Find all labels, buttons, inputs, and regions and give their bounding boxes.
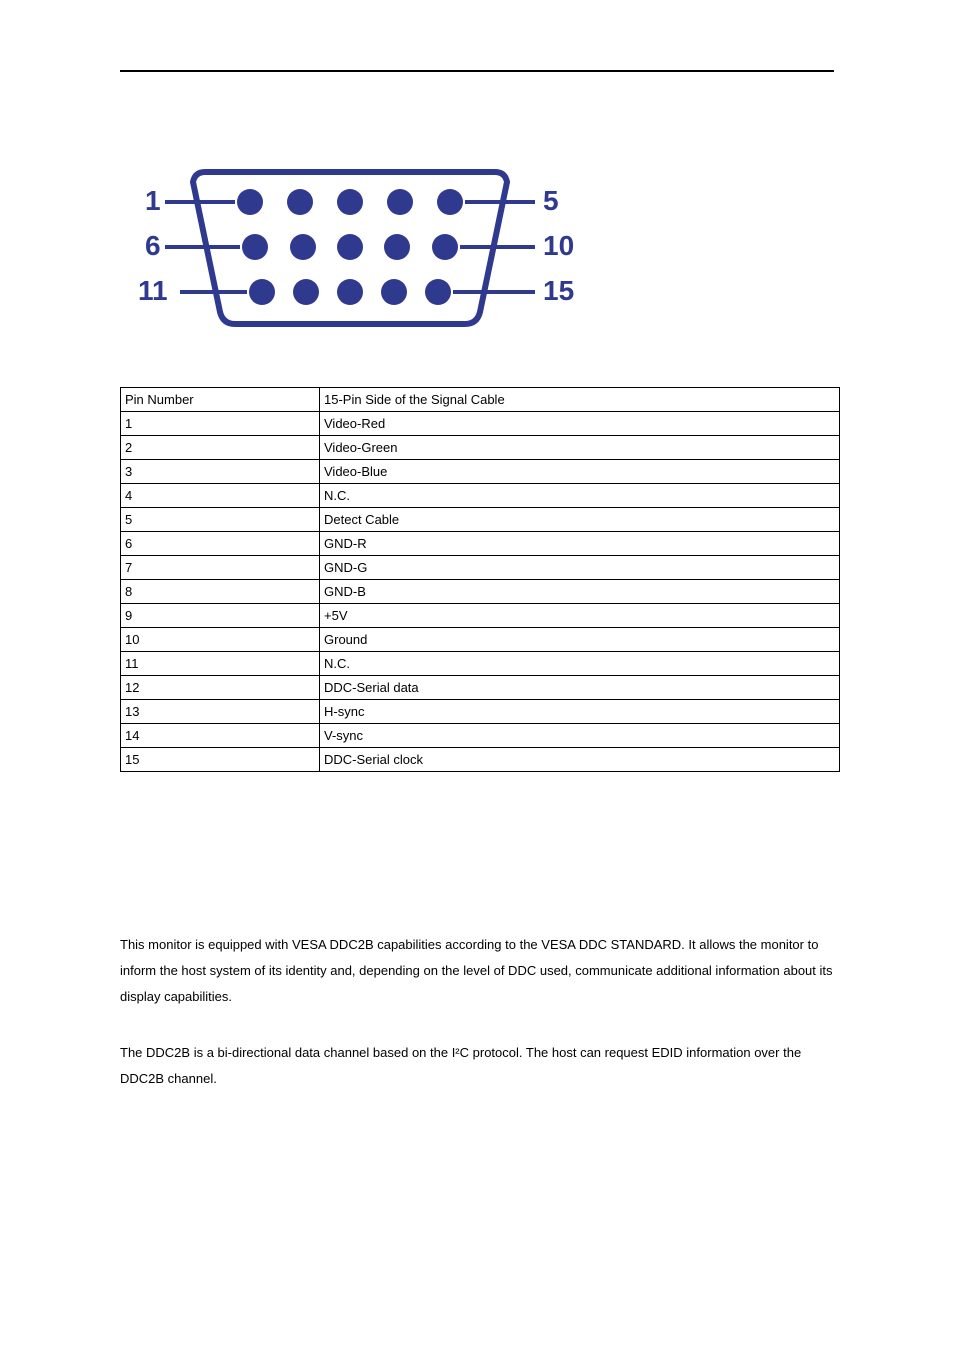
paragraph-ddc2b-detail: The DDC2B is a bi-directional data chann…	[120, 1040, 840, 1092]
cell-desc: Ground	[320, 628, 840, 652]
table-row: 12DDC-Serial data	[121, 676, 840, 700]
cell-pin: 10	[121, 628, 320, 652]
table-row: 10Ground	[121, 628, 840, 652]
cell-desc: Video-Green	[320, 436, 840, 460]
diagram-label-11: 11	[138, 275, 168, 306]
top-divider	[120, 70, 834, 72]
cell-desc: V-sync	[320, 724, 840, 748]
cell-desc: H-sync	[320, 700, 840, 724]
cell-desc: DDC-Serial data	[320, 676, 840, 700]
cell-pin: 3	[121, 460, 320, 484]
table-row: 15DDC-Serial clock	[121, 748, 840, 772]
cell-desc: GND-R	[320, 532, 840, 556]
table-row: 2Video-Green	[121, 436, 840, 460]
cell-desc: GND-G	[320, 556, 840, 580]
cell-pin: 14	[121, 724, 320, 748]
table-row: 5Detect Cable	[121, 508, 840, 532]
cell-pin: 15	[121, 748, 320, 772]
diagram-label-15: 15	[543, 275, 574, 306]
cell-desc: Video-Red	[320, 412, 840, 436]
cell-desc: DDC-Serial clock	[320, 748, 840, 772]
cell-pin: 8	[121, 580, 320, 604]
cell-desc: Video-Blue	[320, 460, 840, 484]
cell-desc: GND-B	[320, 580, 840, 604]
header-signal-side: 15-Pin Side of the Signal Cable	[320, 388, 840, 412]
pin-assignment-table: Pin Number 15-Pin Side of the Signal Cab…	[120, 387, 840, 772]
table-row: 14V-sync	[121, 724, 840, 748]
table-row: 6GND-R	[121, 532, 840, 556]
diagram-label-6: 6	[145, 230, 161, 261]
table-row: 8GND-B	[121, 580, 840, 604]
cell-pin: 6	[121, 532, 320, 556]
cell-pin: 4	[121, 484, 320, 508]
table-row: 11N.C.	[121, 652, 840, 676]
diagram-label-5: 5	[543, 185, 559, 216]
table-row: 1Video-Red	[121, 412, 840, 436]
cell-pin: 7	[121, 556, 320, 580]
cell-desc: +5V	[320, 604, 840, 628]
cell-pin: 12	[121, 676, 320, 700]
cell-pin: 11	[121, 652, 320, 676]
header-pin-number: Pin Number	[121, 388, 320, 412]
table-row: 7GND-G	[121, 556, 840, 580]
cell-desc: Detect Cable	[320, 508, 840, 532]
diagram-label-10: 10	[543, 230, 574, 261]
table-header-row: Pin Number 15-Pin Side of the Signal Cab…	[121, 388, 840, 412]
table-row: 13H-sync	[121, 700, 840, 724]
table-row: 3Video-Blue	[121, 460, 840, 484]
cell-pin: 13	[121, 700, 320, 724]
cell-pin: 5	[121, 508, 320, 532]
table-row: 4N.C.	[121, 484, 840, 508]
table-row: 9+5V	[121, 604, 840, 628]
cell-desc: N.C.	[320, 484, 840, 508]
cell-pin: 2	[121, 436, 320, 460]
connector-diagram: 1 5 6 10 11 15	[120, 152, 834, 347]
cell-pin: 1	[121, 412, 320, 436]
cell-desc: N.C.	[320, 652, 840, 676]
cell-pin: 9	[121, 604, 320, 628]
paragraph-ddc2b-intro: This monitor is equipped with VESA DDC2B…	[120, 932, 840, 1010]
diagram-label-1: 1	[145, 185, 161, 216]
